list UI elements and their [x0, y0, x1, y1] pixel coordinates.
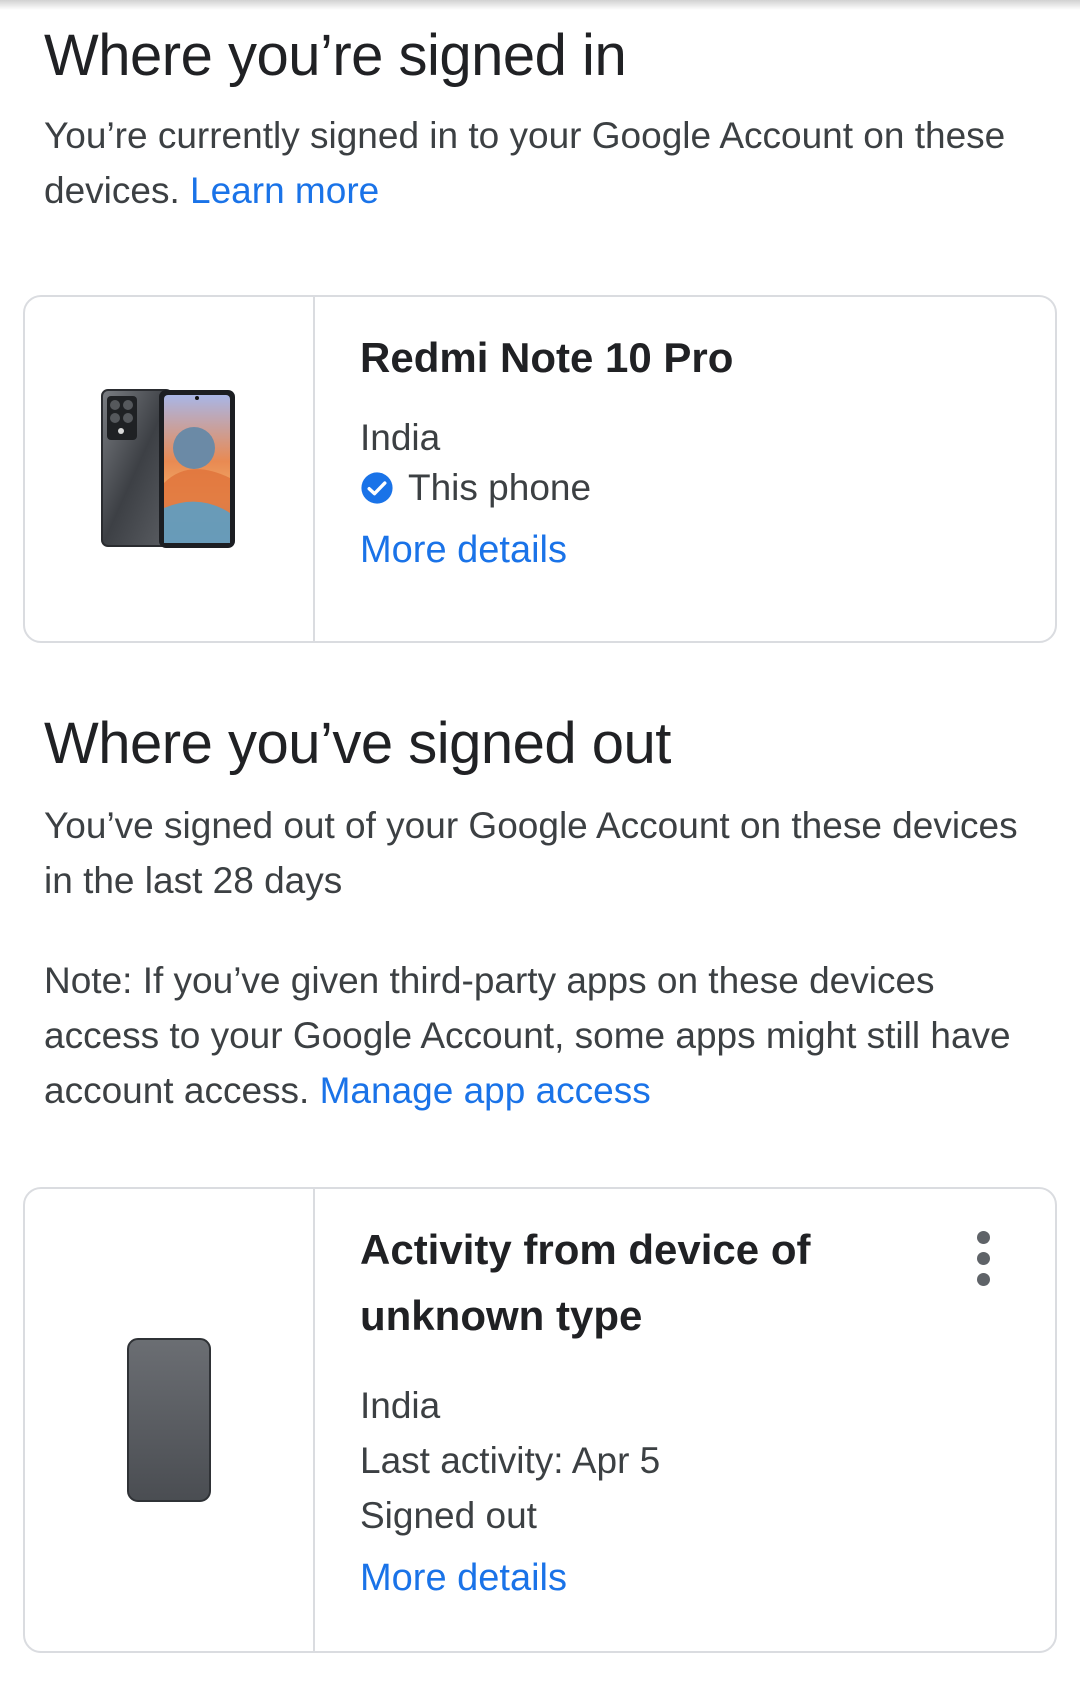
device-location: India — [360, 1385, 441, 1426]
signed-out-title: Where you’ve signed out — [44, 711, 671, 776]
this-phone-label: This phone — [408, 467, 592, 508]
device-card-unknown[interactable]: Activity from device of unknown type Ind… — [23, 1187, 1057, 1653]
more-vert-icon[interactable] — [969, 1231, 999, 1287]
learn-more-link[interactable]: Learn more — [190, 170, 379, 211]
device-location: India — [360, 417, 441, 458]
device-image-panel — [25, 1189, 315, 1651]
top-shadow — [0, 0, 1080, 10]
generic-phone-icon — [127, 1338, 211, 1502]
signed-out-status: Signed out — [360, 1495, 537, 1536]
signed-out-note: Note: If you’ve given third-party apps o… — [44, 953, 1024, 1118]
more-details-link[interactable]: More details — [360, 1557, 567, 1600]
verified-check-icon — [361, 472, 393, 504]
last-activity: Last activity: Apr 5 — [360, 1440, 661, 1481]
device-card-redmi[interactable]: Redmi Note 10 Pro India This phone More … — [23, 295, 1057, 643]
manage-app-access-link[interactable]: Manage app access — [320, 1070, 651, 1111]
more-details-link[interactable]: More details — [360, 529, 567, 572]
this-phone-row: This phone — [360, 467, 591, 509]
signed-in-description-text: You’re currently signed in to your Googl… — [44, 115, 1006, 211]
signed-out-description: You’ve signed out of your Google Account… — [44, 805, 1018, 901]
device-image-panel — [25, 297, 315, 641]
signed-in-title: Where you’re signed in — [44, 23, 627, 88]
signed-in-description: You’re currently signed in to your Googl… — [44, 108, 1024, 218]
device-name: Redmi Note 10 Pro — [360, 334, 734, 381]
device-name: Activity from device of unknown type — [360, 1226, 811, 1339]
phone-image — [101, 389, 235, 548]
